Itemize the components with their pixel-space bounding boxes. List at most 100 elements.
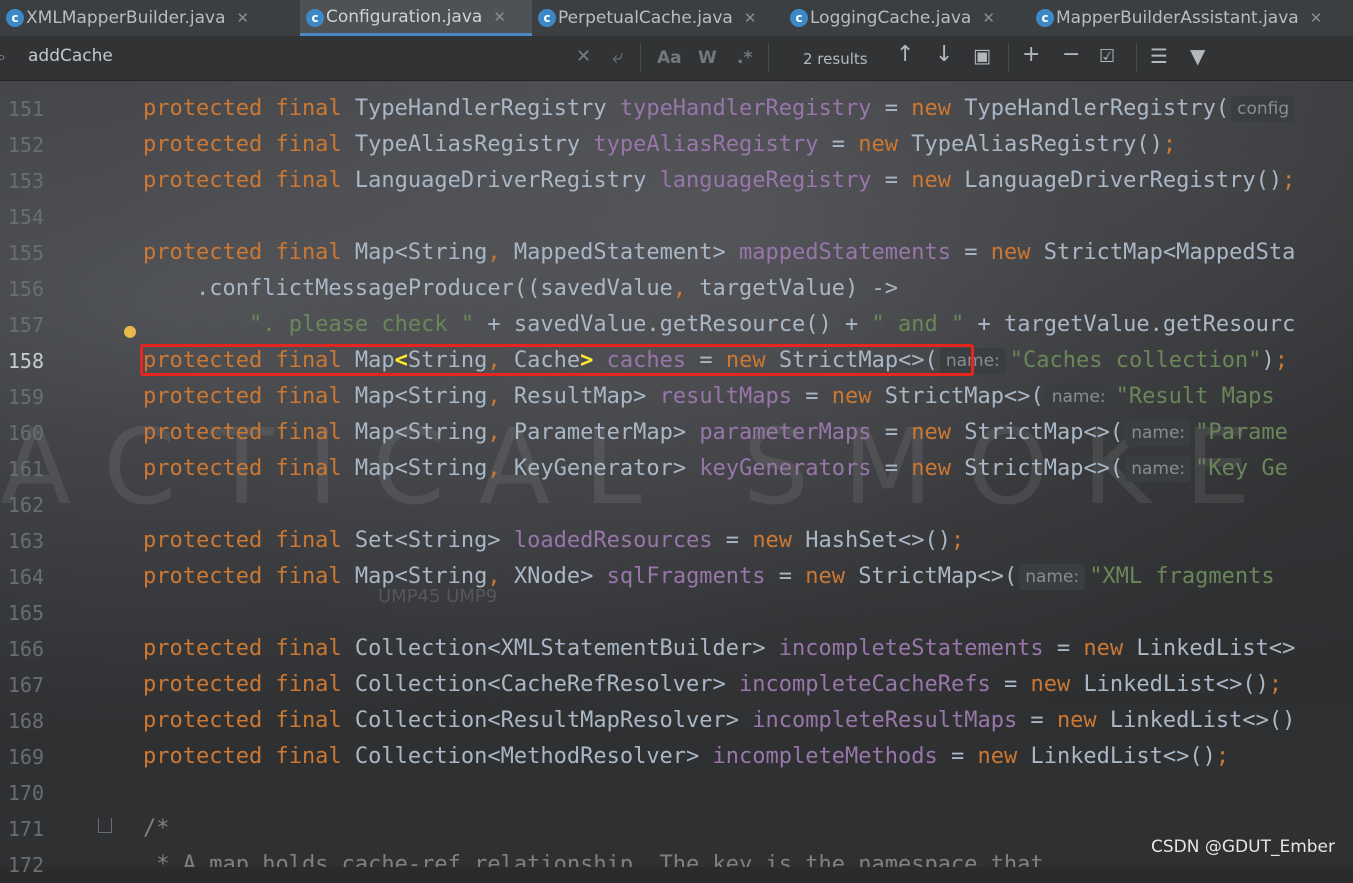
code-line: protected final Collection<CacheRefResol…	[143, 667, 1282, 703]
java-class-icon: c	[6, 9, 24, 27]
code-token: ;	[1282, 168, 1296, 193]
editor-tab[interactable]: c PerpetualCache.java ✕	[532, 0, 784, 36]
code-token: "XML fragments	[1089, 564, 1275, 589]
search-input[interactable]: addCache	[28, 46, 113, 66]
code-token: =	[1017, 708, 1057, 733]
code-token: incompleteMethods	[712, 744, 938, 769]
editor-tab[interactable]: c Configuration.java ✕	[300, 0, 532, 36]
code-token: LinkedList<>()	[1030, 744, 1216, 769]
match-case-toggle[interactable]: Aa	[657, 48, 682, 68]
code-token: + savedValue.getResource() +	[474, 312, 872, 337]
code-line: protected final Map<String, MappedStatem…	[143, 235, 1295, 271]
code-token: new	[990, 240, 1044, 265]
code-token: incompleteCacheRefs	[739, 672, 991, 697]
java-class-icon: c	[538, 9, 556, 27]
close-tab-icon[interactable]: ✕	[1310, 9, 1323, 27]
remove-occurrence-icon[interactable]: −	[1062, 42, 1080, 67]
code-token: ParameterMap>	[513, 420, 700, 445]
code-token: ,	[487, 420, 514, 445]
tab-label: LoggingCache.java	[810, 8, 972, 28]
code-token: protected final	[143, 384, 355, 409]
line-number: 165	[7, 601, 44, 625]
regex-toggle[interactable]: .*	[737, 48, 752, 68]
code-editor[interactable]: protected final TypeHandlerRegistry type…	[143, 80, 1353, 867]
code-line: protected final Collection<MethodResolve…	[143, 739, 1229, 775]
code-token: ,	[672, 276, 700, 301]
code-token: typeAliasRegistry	[593, 132, 819, 157]
code-token: new	[911, 168, 965, 193]
tab-label: MapperBuilderAssistant.java	[1056, 8, 1299, 28]
fold-marker-icon[interactable]	[98, 818, 112, 833]
code-token: Map<String	[354, 564, 488, 589]
code-line: * A map holds cache-ref relationship. Th…	[143, 847, 1043, 867]
code-token: parameterMaps	[699, 420, 872, 445]
search-icon[interactable]: ⌕	[0, 47, 6, 67]
line-number: 156	[7, 277, 44, 301]
code-token: ;	[1274, 348, 1288, 373]
code-token: TypeAliasRegistry	[354, 132, 594, 157]
java-class-icon: c	[790, 9, 808, 27]
line-number: 167	[7, 673, 44, 697]
parameter-hint: name:	[1045, 384, 1112, 410]
new-line-icon[interactable]: ⤶	[612, 44, 623, 68]
close-tab-icon[interactable]: ✕	[236, 9, 249, 27]
code-token: =	[871, 168, 912, 193]
code-token: protected final	[143, 672, 355, 697]
close-tab-icon[interactable]: ✕	[982, 9, 995, 27]
code-token: protected final	[143, 168, 355, 193]
divider	[640, 44, 641, 72]
open-in-window-icon[interactable]: ▣	[973, 45, 991, 67]
previous-occurrence-icon[interactable]: ↑	[896, 42, 914, 67]
lightbulb-icon[interactable]: ●	[124, 318, 136, 342]
code-line: protected final Collection<ResultMapReso…	[143, 703, 1295, 739]
code-token: new	[1056, 708, 1110, 733]
code-token: sqlFragments	[606, 564, 766, 589]
tab-label: XMLMapperBuilder.java	[26, 8, 226, 28]
code-token: mappedStatements	[739, 240, 951, 265]
editor-tab[interactable]: c XMLMapperBuilder.java ✕	[0, 0, 300, 36]
close-tab-icon[interactable]: ✕	[744, 9, 757, 27]
code-line: protected final Map<String, XNode> sqlFr…	[143, 559, 1275, 595]
code-token: =	[712, 528, 753, 553]
clear-search-icon[interactable]: ✕	[576, 46, 591, 67]
code-token: " and "	[871, 312, 965, 337]
code-token: ,	[487, 456, 514, 481]
code-token: KeyGenerator>	[513, 456, 700, 481]
code-token: "Result Maps	[1115, 384, 1275, 409]
code-line: protected final TypeAliasRegistry typeAl…	[143, 127, 1176, 163]
code-token: protected final	[143, 708, 355, 733]
code-token: targetValue) ->	[699, 276, 898, 301]
add-occurrence-icon[interactable]: +	[1022, 42, 1040, 67]
java-class-icon: c	[1036, 9, 1054, 27]
find-bar: ⌕ addCache ✕ ⤶ Aa W .* 2 results ↑ ↓ ▣ +…	[0, 36, 1353, 81]
editor-tab[interactable]: c MapperBuilderAssistant.java ✕	[1030, 0, 1340, 36]
code-line: protected final Collection<XMLStatementB…	[143, 631, 1295, 667]
filter-icon[interactable]: ▼	[1190, 44, 1205, 68]
show-filter-popup-icon[interactable]: ☰	[1150, 44, 1168, 68]
line-number: 168	[7, 709, 44, 733]
code-token: new	[1030, 672, 1084, 697]
code-token: new	[977, 744, 1031, 769]
code-token: incompleteStatements	[778, 636, 1044, 661]
code-token: new	[831, 384, 885, 409]
close-tab-icon[interactable]: ✕	[493, 8, 506, 26]
code-token: TypeAliasRegistry()	[911, 132, 1163, 157]
code-token: "Key Ge	[1195, 456, 1288, 481]
line-number: 155	[7, 241, 44, 265]
code-token: .conflictMessageProducer((savedValue	[143, 276, 673, 301]
next-occurrence-icon[interactable]: ↓	[935, 42, 953, 67]
line-number: 157	[7, 313, 44, 337]
code-token: typeHandlerRegistry	[619, 96, 872, 121]
code-token: /*	[143, 816, 170, 841]
line-number: 154	[7, 205, 44, 229]
editor-tab[interactable]: c LoggingCache.java ✕	[784, 0, 1030, 36]
line-number: 171	[7, 817, 44, 841]
select-all-occurrences-icon[interactable]: ☑	[1099, 46, 1115, 67]
code-token: new	[911, 96, 965, 121]
code-line: protected final LanguageDriverRegistry l…	[143, 163, 1295, 199]
code-token: HashSet<>()	[805, 528, 951, 553]
code-token: new	[1083, 636, 1137, 661]
whole-words-toggle[interactable]: W	[698, 48, 717, 68]
code-line: protected final Map<String, KeyGenerator…	[143, 451, 1288, 487]
line-number-gutter: 151 152 153 154 155 156 157 158 159 160 161 162 163 1…	[0, 80, 110, 877]
